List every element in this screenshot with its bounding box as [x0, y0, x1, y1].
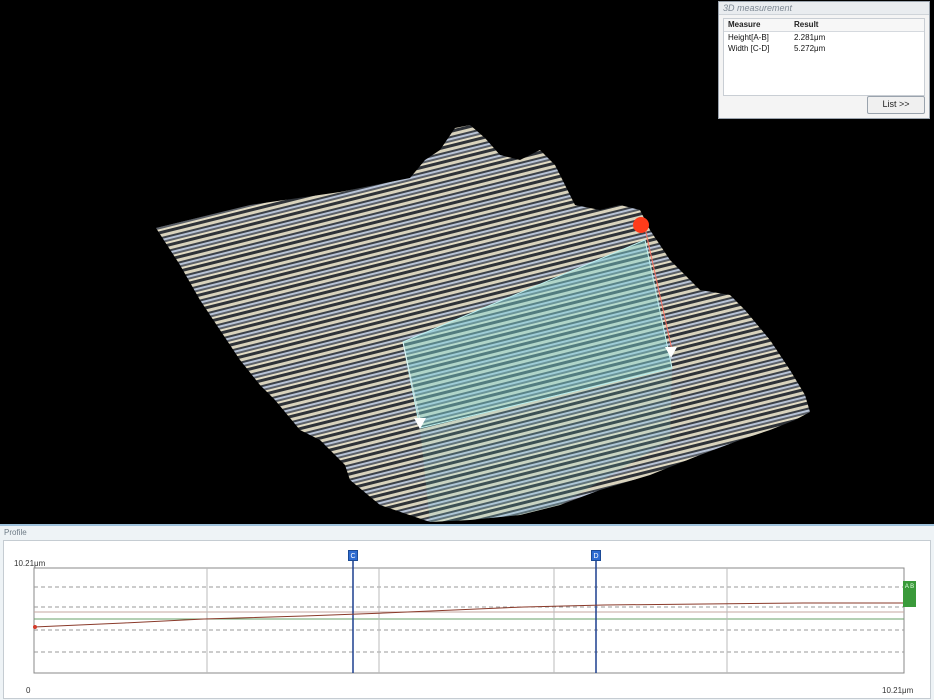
column-result: Result [794, 20, 819, 29]
measurement-table-header: Measure Result [724, 19, 924, 32]
profile-plot[interactable] [4, 541, 930, 698]
x-origin-label: 0 [26, 686, 31, 695]
column-measure: Measure [728, 20, 761, 29]
x-max-label: 10.21μm [882, 686, 914, 695]
3d-viewport[interactable]: 3D measurement Measure Result Height[A-B… [0, 0, 934, 524]
measurement-panel: 3D measurement Measure Result Height[A-B… [718, 1, 930, 119]
measure-result: 2.281μm [794, 33, 826, 42]
measure-name: Width [C-D] [728, 44, 770, 53]
ab-level-tag[interactable]: A B [903, 581, 916, 607]
measure-name: Height[A-B] [728, 33, 769, 42]
y-max-label: 10.21μm [14, 559, 46, 568]
profile-panel: Profile 10.21μm 0 10.21μm C D [0, 524, 934, 700]
profile-graph[interactable]: 10.21μm 0 10.21μm C D [3, 540, 931, 699]
cursor-c-handle[interactable]: C [348, 550, 358, 561]
table-row[interactable]: Height[A-B] 2.281μm [724, 32, 924, 43]
measurement-table: Measure Result Height[A-B] 2.281μm Width… [723, 18, 925, 96]
table-row[interactable]: Width [C-D] 5.272μm [724, 43, 924, 54]
measure-result: 5.272μm [794, 44, 826, 53]
measurement-panel-title: 3D measurement [719, 2, 929, 15]
list-button[interactable]: List >> [867, 96, 925, 114]
cursor-d-handle[interactable]: D [591, 550, 601, 561]
point-a-marker[interactable] [633, 217, 649, 233]
profile-panel-title: Profile [4, 528, 27, 537]
